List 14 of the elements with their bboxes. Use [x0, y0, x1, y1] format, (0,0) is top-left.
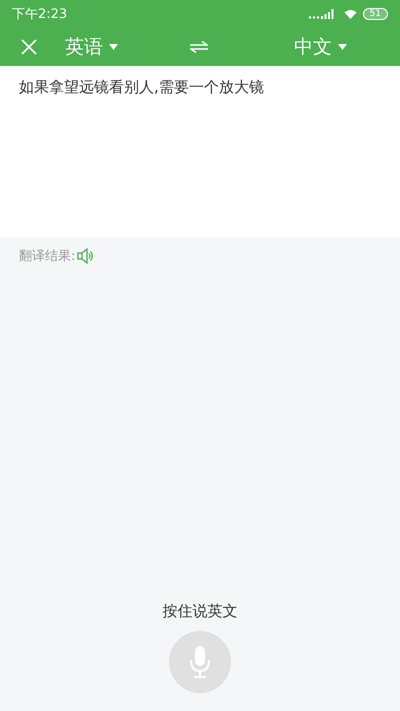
- swap-icon[interactable]: [190, 41, 208, 53]
- close-icon[interactable]: [21, 39, 37, 55]
- caret-icon: [338, 44, 347, 50]
- source-language-dropdown[interactable]: 英语: [65, 34, 118, 60]
- result-label: 翻译结果:: [19, 248, 76, 265]
- battery-icon: 51: [362, 8, 388, 20]
- status-time: 下午2:23: [12, 6, 68, 23]
- voice-prompt: 按住说英文: [162, 602, 238, 621]
- wifi-icon: [344, 9, 357, 19]
- speaker-icon[interactable]: [77, 248, 94, 264]
- target-language-dropdown[interactable]: 中文: [294, 34, 347, 60]
- microphone-icon: [189, 645, 211, 679]
- input-field[interactable]: 如果拿望远镜看别人,需要一个放大镜: [0, 66, 400, 237]
- caret-icon: [109, 44, 118, 50]
